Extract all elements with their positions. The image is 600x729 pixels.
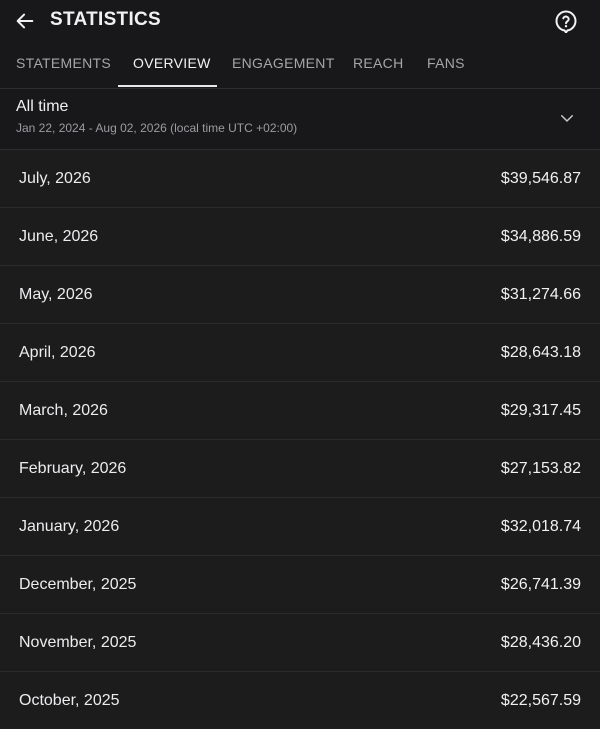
app-header: STATISTICS bbox=[0, 0, 600, 42]
tab-bar: STATEMENTS OVERVIEW ENGAGEMENT REACH FAN… bbox=[0, 42, 600, 89]
month-label: July, 2026 bbox=[19, 169, 91, 187]
page-title: STATISTICS bbox=[50, 9, 162, 30]
month-label: January, 2026 bbox=[19, 517, 120, 535]
month-amount: $28,436.20 bbox=[500, 633, 581, 651]
month-label: November, 2025 bbox=[19, 633, 137, 651]
tab-reach[interactable]: REACH bbox=[353, 55, 404, 71]
help-circle-icon bbox=[555, 10, 577, 33]
list-item[interactable]: June, 2026 $34,886.59 bbox=[0, 208, 600, 266]
list-item[interactable]: March, 2026 $29,317.45 bbox=[0, 382, 600, 440]
back-button[interactable] bbox=[11, 7, 39, 35]
month-label: October, 2025 bbox=[19, 691, 120, 709]
period-range: Jan 22, 2024 - Aug 02, 2026 (local time … bbox=[16, 121, 298, 135]
tab-statements[interactable]: STATEMENTS bbox=[16, 55, 111, 71]
month-amount: $29,317.45 bbox=[500, 401, 581, 419]
month-label: June, 2026 bbox=[19, 227, 99, 245]
list-item[interactable]: July, 2026 $39,546.87 bbox=[0, 150, 600, 208]
statistics-screen: STATISTICS STATEMENTS OVERVIEW ENGAGEMEN… bbox=[0, 0, 600, 729]
help-button[interactable] bbox=[553, 8, 579, 34]
tab-engagement[interactable]: ENGAGEMENT bbox=[232, 55, 335, 71]
month-amount: $22,567.59 bbox=[500, 691, 581, 709]
month-amount: $32,018.74 bbox=[500, 517, 581, 535]
month-amount: $34,886.59 bbox=[500, 227, 581, 245]
month-label: May, 2026 bbox=[19, 285, 93, 303]
month-amount: $27,153.82 bbox=[500, 459, 581, 477]
month-label: December, 2025 bbox=[19, 575, 137, 593]
chevron-down-icon bbox=[556, 107, 578, 129]
list-item[interactable]: April, 2026 $28,643.18 bbox=[0, 324, 600, 382]
monthly-earnings-list: July, 2026 $39,546.87 June, 2026 $34,886… bbox=[0, 150, 600, 729]
month-amount: $39,546.87 bbox=[500, 169, 581, 187]
month-label: February, 2026 bbox=[19, 459, 127, 477]
list-item[interactable]: February, 2026 $27,153.82 bbox=[0, 440, 600, 498]
month-label: March, 2026 bbox=[19, 401, 108, 419]
list-item[interactable]: December, 2025 $26,741.39 bbox=[0, 556, 600, 614]
list-item[interactable]: November, 2025 $28,436.20 bbox=[0, 614, 600, 672]
list-item[interactable]: October, 2025 $22,567.59 bbox=[0, 672, 600, 729]
month-amount: $28,643.18 bbox=[500, 343, 581, 361]
period-selector[interactable]: All time Jan 22, 2024 - Aug 02, 2026 (lo… bbox=[0, 89, 600, 150]
tab-fans[interactable]: FANS bbox=[427, 55, 465, 71]
month-amount: $31,274.66 bbox=[500, 285, 581, 303]
tab-overview[interactable]: OVERVIEW bbox=[133, 55, 211, 71]
list-item[interactable]: May, 2026 $31,274.66 bbox=[0, 266, 600, 324]
arrow-left-icon bbox=[16, 13, 34, 29]
period-title: All time bbox=[16, 98, 69, 115]
active-tab-indicator bbox=[118, 85, 217, 87]
month-amount: $26,741.39 bbox=[500, 575, 581, 593]
month-label: April, 2026 bbox=[19, 343, 96, 361]
list-item[interactable]: January, 2026 $32,018.74 bbox=[0, 498, 600, 556]
